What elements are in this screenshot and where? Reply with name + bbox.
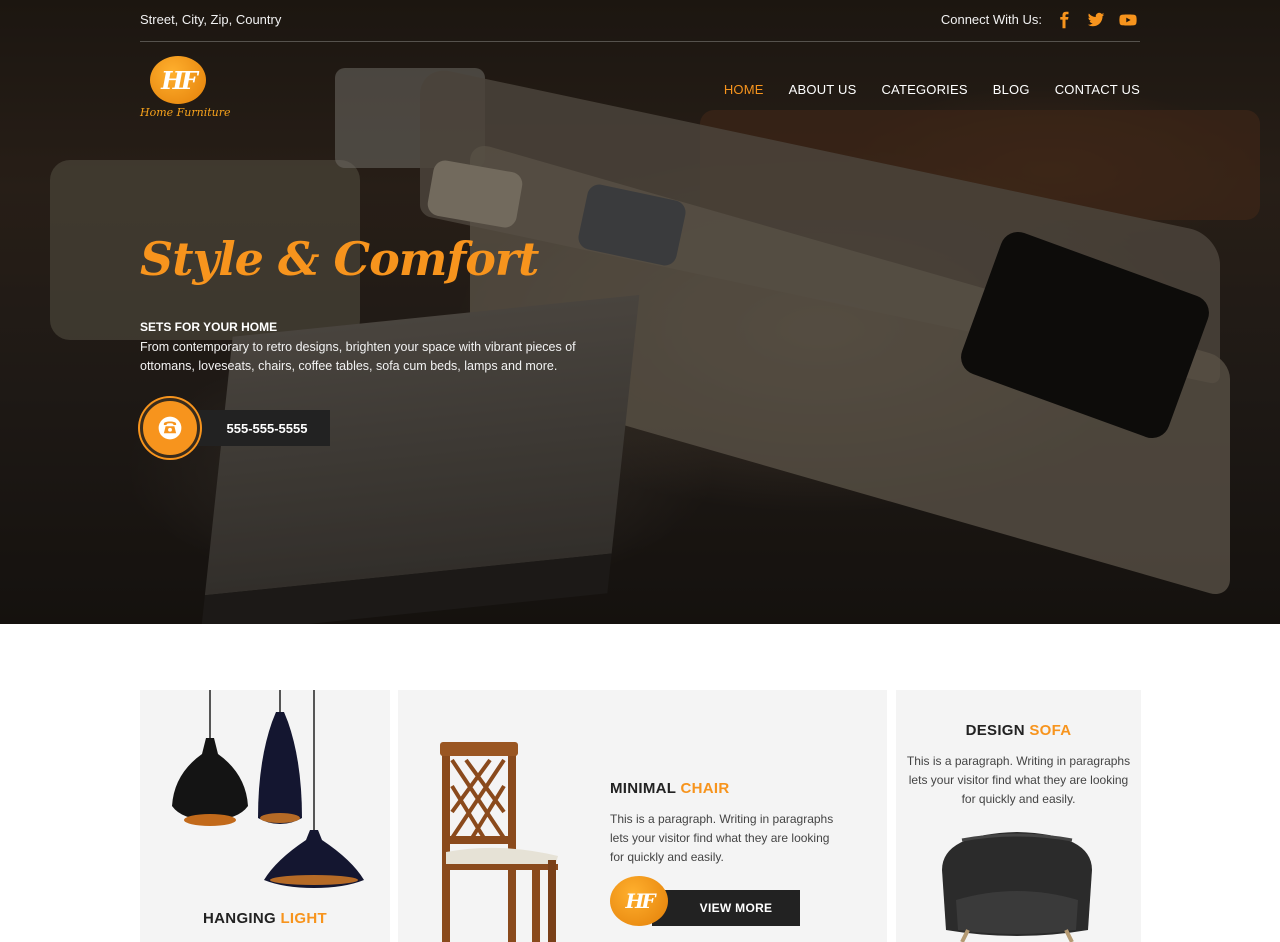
product-title-accent: SOFA: [1029, 722, 1072, 739]
view-more-button[interactable]: HF VIEW MORE: [610, 876, 800, 926]
product-title-main: DESIGN: [965, 722, 1025, 739]
hero-banner: Street, City, Zip, Country Connect With …: [0, 0, 1280, 624]
product-title-main: MINIMAL: [610, 780, 676, 797]
top-bar: Street, City, Zip, Country Connect With …: [140, 0, 1140, 42]
hero-description: From contemporary to retro designs, brig…: [140, 340, 576, 373]
product-title-accent: LIGHT: [280, 910, 327, 927]
logo-monogram: HF: [150, 56, 206, 104]
facebook-icon[interactable]: [1054, 10, 1074, 30]
address-text: Street, City, Zip, Country: [140, 12, 282, 27]
nav-item-contact-us[interactable]: CONTACT US: [1055, 82, 1140, 97]
logo-text: Home Furniture: [140, 106, 231, 119]
youtube-icon[interactable]: [1118, 10, 1138, 30]
logo-monogram: HF: [610, 876, 668, 926]
product-title-accent: CHAIR: [680, 780, 730, 797]
nav-item-categories[interactable]: CATEGORIES: [881, 82, 967, 97]
wooden-chair-image: [440, 742, 558, 942]
site-logo[interactable]: HF Home Furniture: [140, 56, 231, 124]
nav-item-home[interactable]: HOME: [724, 82, 764, 97]
hero-title: Style & Comfort: [140, 232, 539, 286]
hero-subtitle: SETS FOR YOUR HOME: [140, 320, 278, 334]
product-card-design-sofa[interactable]: DESIGN SOFA This is a paragraph. Writing…: [896, 690, 1141, 942]
product-title-main: HANGING: [203, 910, 276, 927]
product-title: MINIMAL CHAIR: [610, 780, 729, 797]
nav-item-about-us[interactable]: ABOUT US: [789, 82, 857, 97]
phone-button[interactable]: 555-555-5555: [140, 398, 330, 458]
connect-label: Connect With Us:: [940, 12, 1042, 27]
product-card-minimal-chair[interactable]: MINIMAL CHAIR This is a paragraph. Writi…: [398, 690, 887, 942]
twitter-icon[interactable]: [1086, 10, 1106, 30]
product-description: This is a paragraph. Writing in paragrap…: [610, 812, 834, 864]
armchair-image: [942, 832, 1092, 942]
phone-icon: [140, 398, 200, 458]
view-more-label: VIEW MORE: [652, 890, 800, 926]
hanging-lamps-image: [172, 690, 364, 888]
nav-item-blog[interactable]: BLOG: [993, 82, 1030, 97]
product-title: DESIGN SOFA: [896, 722, 1141, 739]
phone-number: 555-555-5555: [180, 410, 330, 446]
product-card-hanging-light[interactable]: HANGING LIGHT: [140, 690, 390, 942]
product-description: This is a paragraph. Writing in paragrap…: [906, 754, 1131, 806]
product-title: HANGING LIGHT: [140, 910, 390, 927]
main-nav: HOME ABOUT US CATEGORIES BLOG CONTACT US: [724, 82, 1140, 97]
